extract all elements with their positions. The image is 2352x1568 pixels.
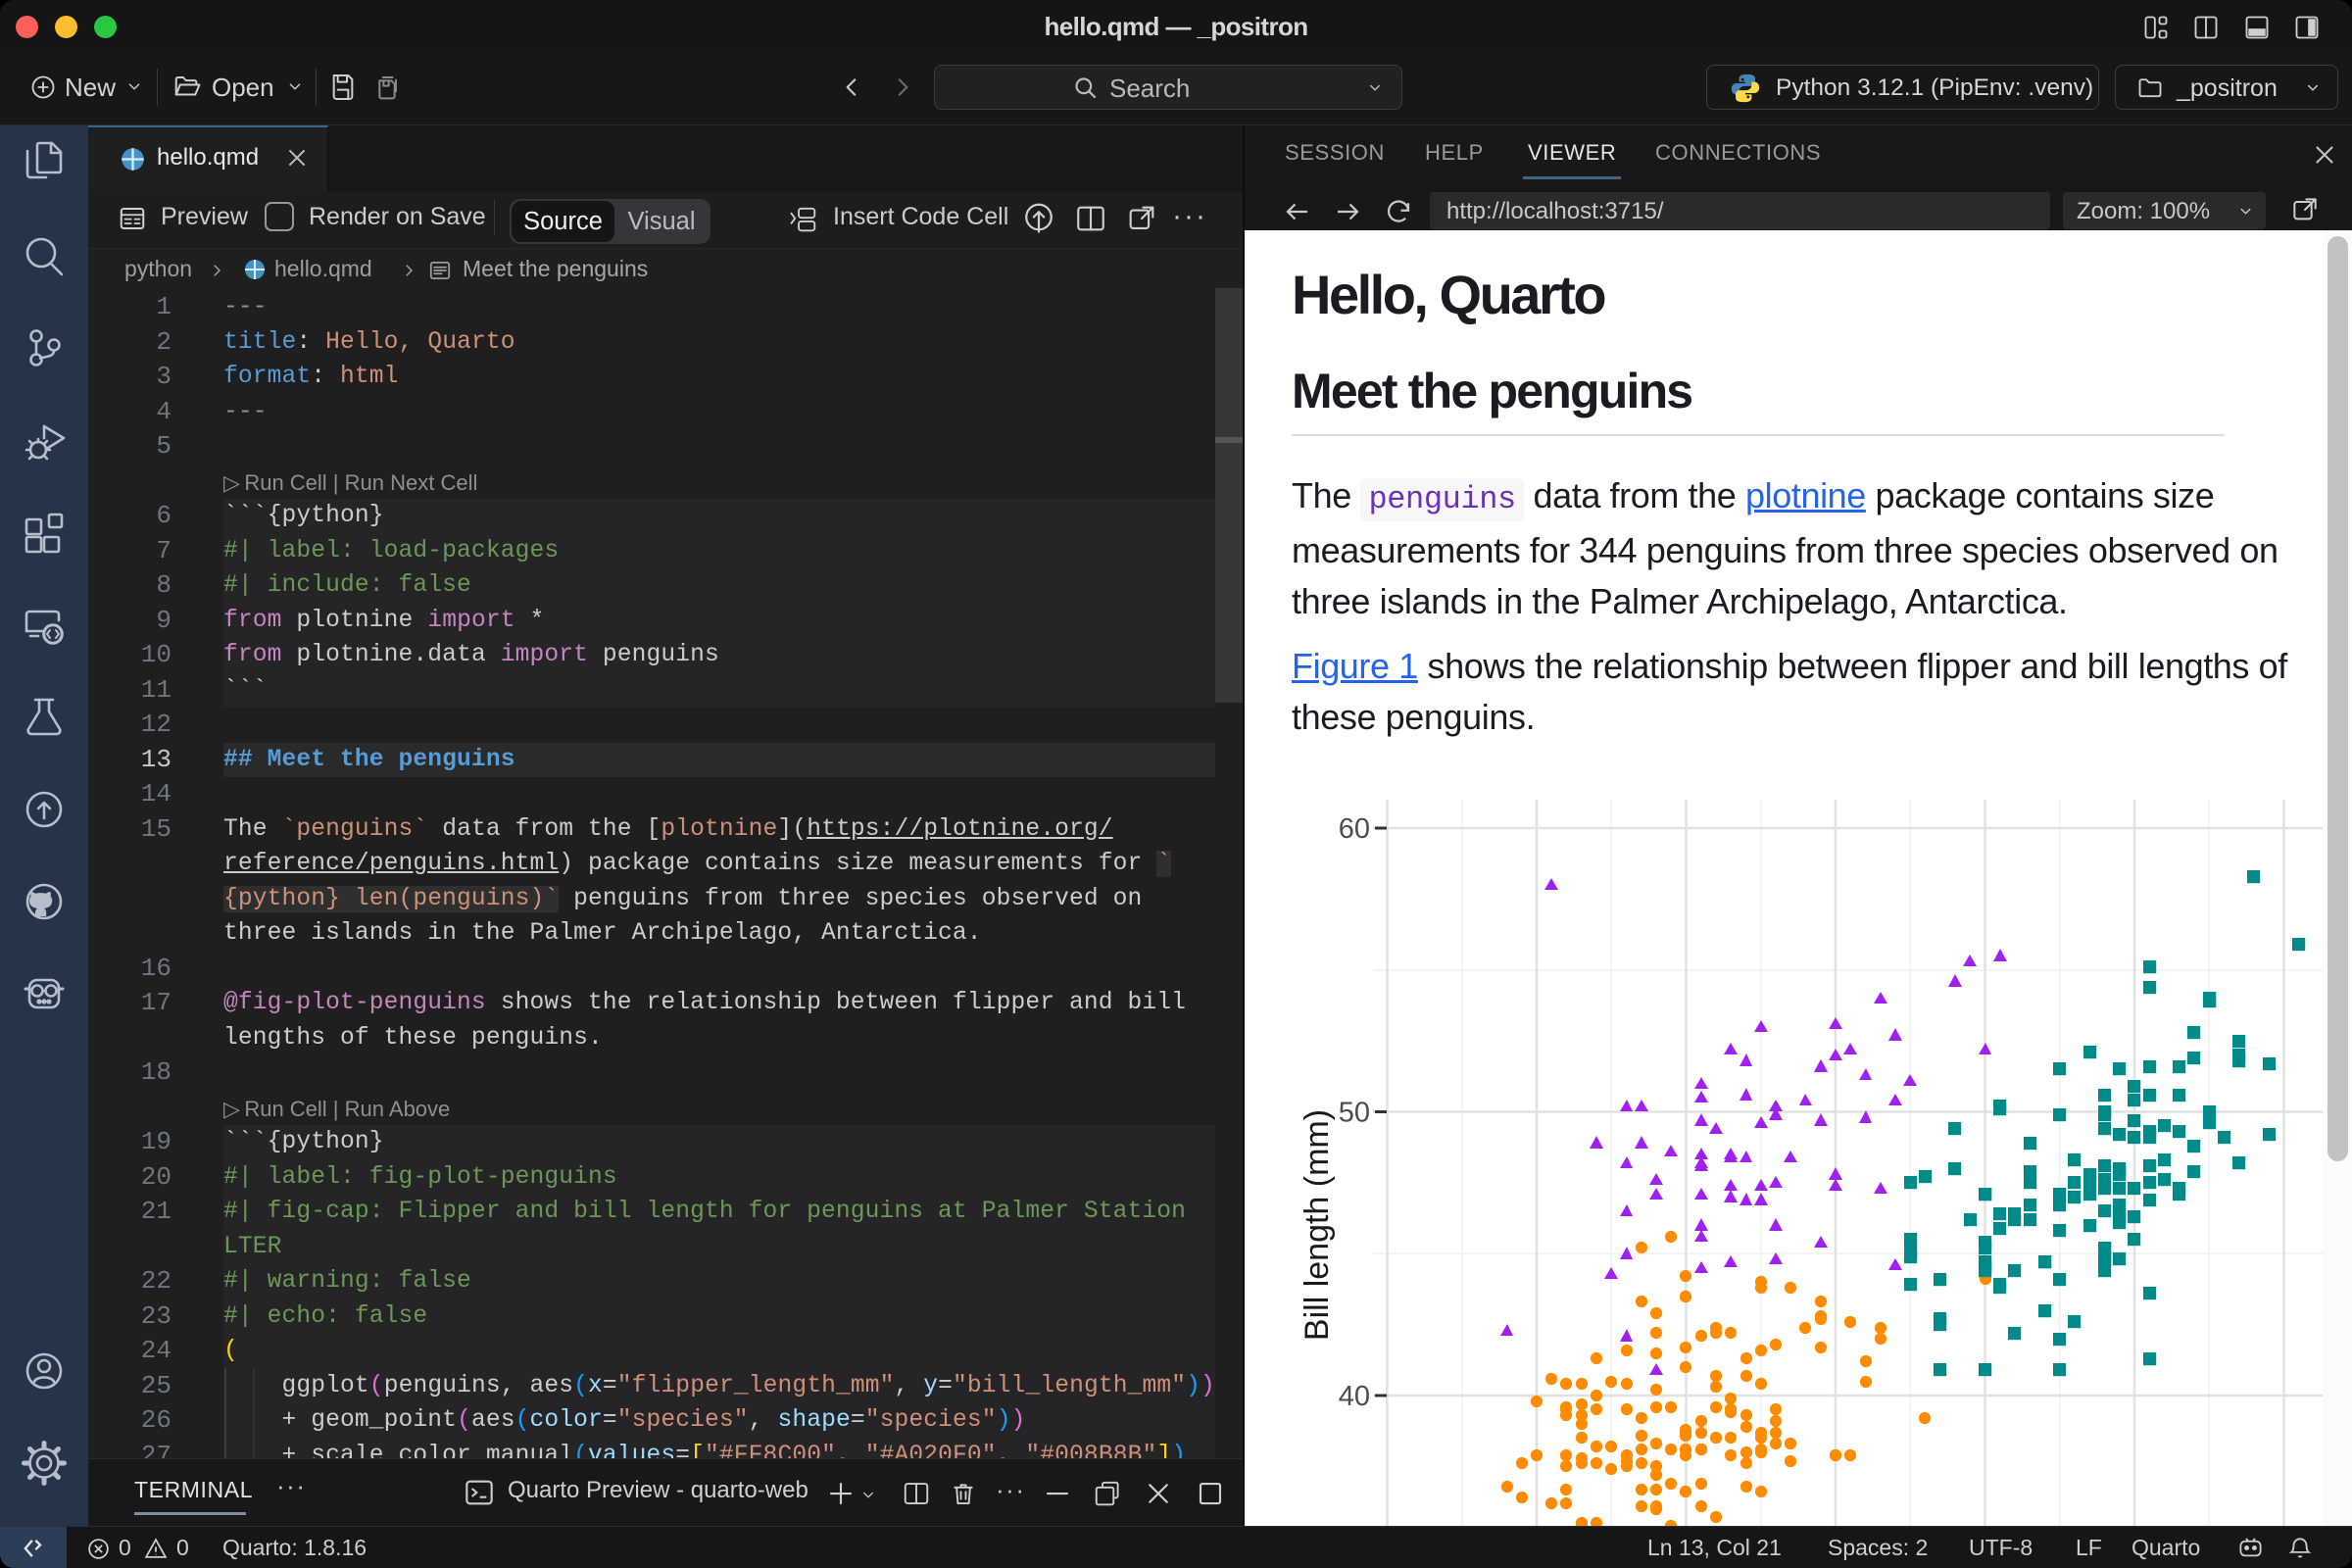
svg-text:40: 40	[1339, 1381, 1370, 1412]
svg-text:50: 50	[1339, 1098, 1370, 1129]
svg-text:60: 60	[1339, 813, 1370, 845]
svg-text:Bill length (mm): Bill length (mm)	[1298, 1109, 1336, 1341]
